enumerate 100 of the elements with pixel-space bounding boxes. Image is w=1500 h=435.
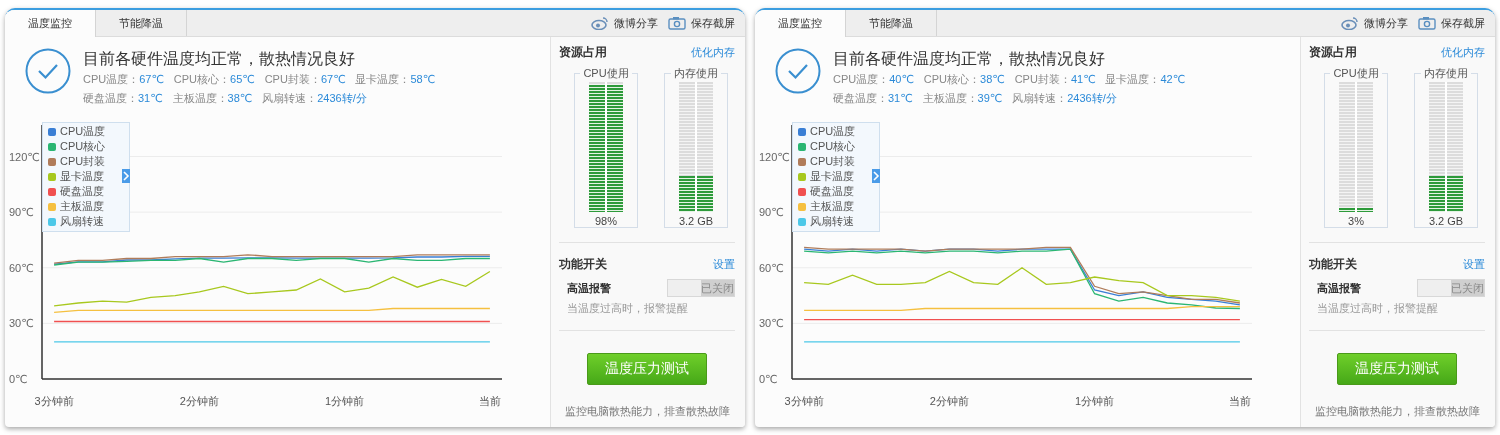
meter-label: CPU使用 [1330, 66, 1382, 81]
legend-item[interactable]: CPU核心 [43, 139, 113, 154]
axis-label: 当前 [478, 395, 501, 407]
settings-link[interactable]: 设置 [1463, 256, 1485, 272]
toolbar-link[interactable]: 保存截屏 [691, 15, 735, 31]
reading-label: 硬盘温度： [83, 92, 138, 104]
reading-value: 31℃ [138, 92, 163, 104]
legend-label: 风扇转速 [60, 214, 104, 229]
meter-reading: 3% [1348, 215, 1364, 227]
reading-value: 40℃ [889, 73, 914, 85]
reading-label: 主板温度： [172, 92, 228, 104]
axis-label: 0℃ [9, 373, 28, 385]
reading-value: 42℃ [1160, 73, 1186, 85]
reading-value: 41℃ [1070, 73, 1096, 85]
legend-label: CPU温度 [810, 124, 856, 139]
legend-item[interactable]: 主板温度 [43, 199, 113, 214]
axis-label: 60℃ [9, 261, 34, 274]
reading-label: CPU核心： [173, 73, 231, 85]
reading-label: CPU封装： [1014, 73, 1071, 85]
meter-reading: 3.2 GB [1428, 215, 1464, 227]
reading-label: CPU温度： [833, 73, 890, 85]
legend-item[interactable]: 风扇转速 [793, 214, 863, 229]
legend-label: 主板温度 [810, 199, 854, 214]
reading-value: 38℃ [227, 92, 253, 104]
switch-label: 高温报警 [1317, 280, 1361, 296]
footer-note: 监控电脑散热能力，排查散热故障 [563, 405, 731, 419]
legend-label: 显卡温度 [60, 169, 104, 184]
check-circle-icon [775, 48, 821, 94]
camera-icon [1418, 16, 1436, 30]
axis-label: 1分钟前 [1075, 395, 1115, 407]
status-title: 目前各硬件温度均正常，散热情况良好 [833, 49, 1106, 69]
toolbar-link[interactable]: 微博分享 [614, 15, 658, 31]
toolbar-link[interactable]: 保存截屏 [1441, 15, 1485, 31]
share-icon [591, 16, 609, 30]
legend-label: 风扇转速 [810, 214, 854, 229]
reading-label: CPU封装： [264, 73, 321, 85]
axis-label: 30℃ [9, 317, 34, 330]
legend-label: CPU核心 [810, 139, 856, 154]
switch-hint: 当温度过高时，报警提醒 [1317, 302, 1439, 316]
legend-item[interactable]: CPU核心 [793, 139, 863, 154]
legend-item[interactable]: CPU温度 [43, 124, 113, 139]
legend-label: CPU封装 [60, 154, 106, 169]
reading-label: CPU核心： [923, 73, 981, 85]
optimize-link[interactable]: 优化内存 [1441, 44, 1485, 60]
reading-label: 风扇转速： [1012, 92, 1068, 104]
legend-label: CPU温度 [60, 124, 106, 139]
meter-label: 内存使用 [1421, 66, 1471, 81]
section-title: 资源占用 [1309, 43, 1357, 61]
reading-value: 31℃ [888, 92, 913, 104]
toolbar-link[interactable]: 微博分享 [1364, 15, 1408, 31]
tab[interactable]: 温度监控 [5, 10, 96, 37]
reading-value: 67℃ [320, 73, 346, 85]
meter-label: CPU使用 [580, 66, 632, 81]
legend-label: CPU核心 [60, 139, 106, 154]
status-title: 目前各硬件温度均正常，散热情况良好 [83, 49, 356, 69]
line-series [803, 267, 1241, 302]
check-circle-icon [25, 48, 71, 94]
axis-label: 3分钟前 [34, 395, 74, 407]
axis-label: 30℃ [759, 317, 784, 330]
camera-icon [668, 16, 686, 30]
reading-label: 硬盘温度： [833, 92, 888, 104]
reading-value: 39℃ [977, 92, 1003, 104]
axis-label: 60℃ [759, 261, 784, 274]
tab[interactable]: 温度监控 [755, 10, 846, 37]
legend-label: 主板温度 [60, 199, 104, 214]
switch-label: 高温报警 [567, 280, 611, 296]
legend-expand-button[interactable] [122, 169, 130, 183]
reading-label: 显卡温度： [355, 73, 411, 85]
switch-hint: 当温度过高时，报警提醒 [567, 302, 689, 316]
line-series [53, 270, 491, 307]
legend-item[interactable]: CPU封装 [43, 154, 113, 169]
footer-note: 监控电脑散热能力，排查散热故障 [1313, 405, 1481, 419]
axis-label: 90℃ [759, 206, 784, 219]
meter-reading: 3.2 GB [678, 215, 714, 227]
reading-label: 主板温度： [922, 92, 978, 104]
legend-item[interactable]: 主板温度 [793, 199, 863, 214]
legend-item[interactable]: 风扇转速 [43, 214, 113, 229]
legend-item[interactable]: CPU封装 [793, 154, 863, 169]
reading-value: 58℃ [410, 73, 436, 85]
legend-item[interactable]: 显卡温度 [43, 169, 113, 184]
legend-label: 硬盘温度 [810, 184, 854, 199]
legend-item[interactable]: 硬盘温度 [793, 184, 863, 199]
meter-label: 内存使用 [671, 66, 721, 81]
legend-expand-button[interactable] [872, 169, 880, 183]
section-title: 功能开关 [1309, 255, 1357, 273]
axis-label: 当前 [1228, 395, 1251, 407]
axis-label: 2分钟前 [929, 395, 969, 407]
settings-link[interactable]: 设置 [713, 256, 735, 272]
reading-value: 67℃ [139, 73, 164, 85]
reading-label: CPU温度： [83, 73, 140, 85]
tab[interactable]: 节能降温 [96, 10, 187, 36]
tab[interactable]: 节能降温 [846, 10, 937, 36]
legend-item[interactable]: 硬盘温度 [43, 184, 113, 199]
legend-item[interactable]: CPU温度 [793, 124, 863, 139]
optimize-link[interactable]: 优化内存 [691, 44, 735, 60]
axis-label: 1分钟前 [325, 395, 365, 407]
section-title: 资源占用 [559, 43, 607, 61]
axis-label: 120℃ [9, 150, 40, 163]
axis-label: 0℃ [759, 373, 778, 385]
legend-item[interactable]: 显卡温度 [793, 169, 863, 184]
